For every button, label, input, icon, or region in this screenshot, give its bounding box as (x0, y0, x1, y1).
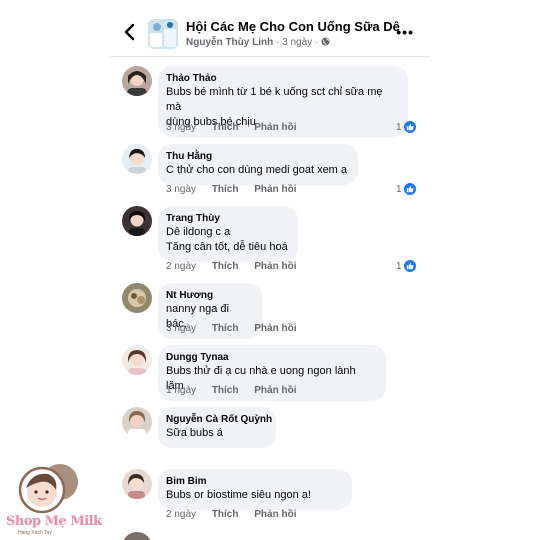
comment-actions: 3 ngày Thích Phản hồi (166, 323, 310, 334)
avatar[interactable] (122, 66, 152, 96)
comment-text: Sữa bubs á (166, 427, 223, 439)
post-meta: Nguyễn Thùy Linh · 3 ngày · (186, 37, 330, 48)
like-button[interactable]: Thích (212, 184, 239, 195)
post-author[interactable]: Nguyễn Thùy Linh (186, 37, 273, 48)
chevron-left-icon[interactable] (120, 22, 140, 42)
like-button[interactable]: Thích (212, 122, 239, 133)
avatar[interactable] (122, 532, 152, 540)
commenter-name[interactable]: Nt Hương (166, 289, 252, 302)
like-button[interactable]: Thích (212, 261, 239, 272)
more-options-button[interactable]: ••• (396, 24, 414, 40)
thumbs-up-icon (403, 121, 416, 133)
globe-icon (321, 37, 330, 46)
comment-bubble[interactable]: Nguyễn Cà Rốt Quỳnh Sữa bubs á (158, 407, 276, 448)
header-divider (110, 56, 430, 57)
comment-actions: 2 ngày Thích Phản hồi (166, 261, 310, 272)
meta-separator: · (276, 37, 280, 48)
comment-time: 3 ngày (166, 323, 197, 334)
commenter-name[interactable]: Dungg Tynaa (166, 351, 376, 364)
post-header: Hội Các Mẹ Cho Con Uống Sữa Dê Nguyễn Th… (110, 10, 430, 56)
like-button[interactable]: Thích (212, 509, 239, 520)
reply-button[interactable]: Phản hồi (254, 323, 296, 334)
comment-text: Dê ildong c ạ Tăng cân tốt, dễ tiêu hoá (166, 226, 288, 253)
comment-time: 3 ngày (166, 184, 197, 195)
commenter-name[interactable]: Thu Hằng (166, 150, 348, 163)
comment-actions: 3 ngày Thích Phản hồi (166, 122, 310, 133)
reply-button[interactable]: Phản hồi (254, 122, 296, 133)
reply-button[interactable]: Phản hồi (254, 261, 296, 272)
thumbs-up-icon (403, 260, 416, 272)
shop-logo-text: Shop Mẹ Milk (6, 514, 102, 529)
comment-time: 1 ngày (166, 385, 197, 396)
avatar[interactable] (122, 469, 152, 499)
comment-text: C thử cho con dùng medi goat xem ạ (166, 164, 348, 176)
reaction-count[interactable]: 1 (396, 260, 416, 272)
shop-logo: Shop Mẹ Milk Hàng Xách Tay (2, 460, 102, 540)
thumbs-up-icon (403, 183, 416, 195)
comment-time: 2 ngày (166, 509, 197, 520)
like-button[interactable]: Thích (212, 385, 239, 396)
comment-time: 2 ngày (166, 261, 197, 272)
reaction-count[interactable]: 1 (396, 121, 416, 133)
group-title[interactable]: Hội Các Mẹ Cho Con Uống Sữa Dê (186, 19, 400, 34)
like-count: 1 (396, 121, 402, 133)
avatar[interactable] (122, 407, 152, 437)
avatar[interactable] (122, 144, 152, 174)
commenter-name[interactable]: Thảo Thảo (166, 72, 398, 85)
reaction-count[interactable]: 1 (396, 183, 416, 195)
reply-button[interactable]: Phản hồi (254, 184, 296, 195)
post-time: 3 ngày (282, 37, 313, 48)
like-count: 1 (396, 260, 402, 272)
comment-actions: 3 ngày Thích Phản hồi (166, 184, 310, 195)
avatar[interactable] (122, 345, 152, 375)
group-avatar[interactable] (148, 19, 178, 49)
avatar[interactable] (122, 206, 152, 236)
comment-actions: 1 ngày Thích Phản hồi (166, 385, 310, 396)
commenter-name[interactable]: Trang Thùy (166, 212, 288, 225)
comment-bubble[interactable]: Thu Hằng C thử cho con dùng medi goat xe… (158, 144, 358, 185)
comment-time: 3 ngày (166, 122, 197, 133)
reply-button[interactable]: Phản hồi (254, 385, 296, 396)
meta-separator: · (314, 37, 319, 48)
like-button[interactable]: Thích (212, 323, 239, 334)
commenter-name[interactable]: Nguyễn Cà Rốt Quỳnh (166, 413, 272, 426)
comment-bubble[interactable]: Bim Bim Bubs or biostime siêu ngon ạ! (158, 469, 352, 510)
shop-logo-tagline: Hàng Xách Tay (18, 530, 52, 536)
commenter-name[interactable]: Bim Bim (166, 475, 342, 488)
like-count: 1 (396, 183, 402, 195)
comment-bubble[interactable]: Trang Thùy Dê ildong c ạ Tăng cân tốt, d… (158, 206, 298, 262)
comment-text: Bubs or biostime siêu ngon ạ! (166, 489, 311, 501)
avatar[interactable] (122, 283, 152, 313)
shop-logo-icon (18, 464, 78, 514)
comment-actions: 2 ngày Thích Phản hồi (166, 509, 310, 520)
reply-button[interactable]: Phản hồi (254, 509, 296, 520)
